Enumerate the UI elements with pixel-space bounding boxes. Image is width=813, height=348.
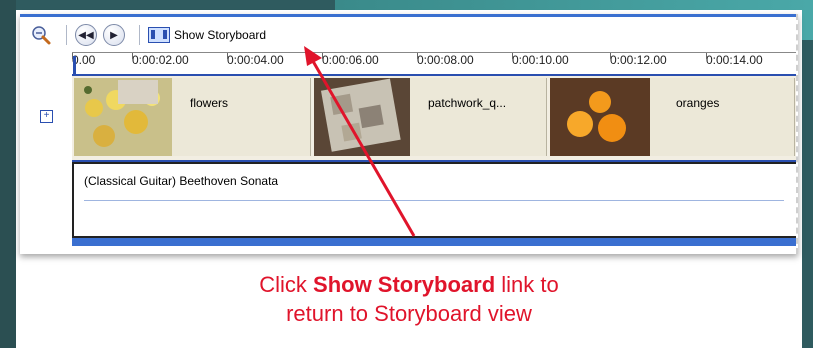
caption-line-1: Click Show Storyboard link to — [16, 270, 802, 299]
caption-suffix: link to — [495, 272, 559, 297]
instruction-caption: Click Show Storyboard link to return to … — [16, 270, 802, 328]
caption-bold: Show Storyboard — [313, 272, 496, 297]
caption-prefix: Click — [259, 272, 314, 297]
caption-line-2: return to Storyboard view — [286, 301, 532, 326]
